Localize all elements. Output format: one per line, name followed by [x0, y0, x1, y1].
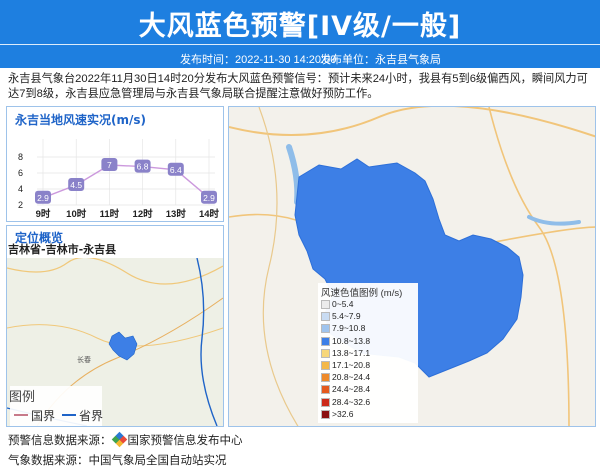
wind-legend-swatch: [321, 324, 330, 334]
publish-time: 发布时间：2022-11-30 14:20:00: [180, 54, 337, 66]
wind-legend-swatch: [321, 361, 330, 370]
data-label: 6.4: [170, 165, 182, 175]
x-tick-label: 10时: [66, 208, 87, 220]
wind-legend-swatch: [321, 336, 330, 346]
wind-legend-item: 17.1~20.8: [321, 360, 417, 371]
wind-legend-label: 7.9~10.8: [332, 323, 366, 334]
warning-source-line: 预警信息数据来源： 国家预警信息发布中心: [8, 431, 243, 448]
wind-legend-swatch: [321, 312, 330, 322]
wind-legend-label: 5.4~7.9: [332, 311, 361, 322]
data-label: 6.8: [137, 162, 149, 172]
legend-province-border: 省界: [79, 409, 104, 423]
location-path: 吉林省-吉林市-永吉县: [8, 243, 117, 256]
wind-legend-item: 28.4~32.6: [321, 397, 417, 408]
x-tick-label: 14时: [199, 208, 220, 220]
wind-legend-label: 0~5.4: [332, 299, 354, 309]
wind-legend-label: 10.8~13.8: [332, 335, 371, 346]
wind-legend-label: 24.4~28.4: [332, 384, 371, 395]
wind-legend-title: 风速色值图例 (m/s): [321, 288, 403, 299]
wind-legend-label: 28.4~32.6: [332, 396, 371, 407]
wind-legend-swatch: [321, 300, 330, 309]
x-tick-label: 12时: [133, 208, 154, 220]
warning-header: 大风蓝色预警[IV级/一般] 发布时间：2022-11-30 14:20:00 …: [0, 0, 600, 68]
publisher: 发布单位：永吉县气象局: [320, 54, 441, 66]
wind-legend-label: 13.8~17.1: [332, 347, 371, 358]
data-label: 2.9: [37, 193, 49, 203]
wind-legend-swatch: [321, 348, 330, 358]
header-divider: [0, 44, 600, 45]
wind-legend-swatch: [321, 385, 330, 395]
wind-legend-swatch: [321, 409, 330, 419]
wind-speed-chart: 2 4 6 8 2.9 4.5 7 6.8 6.4 2.9 9时 10时 11时 12时 13时 14时: [18, 139, 220, 220]
wind-legend-item: >32.6: [321, 409, 417, 420]
data-label: 4.5: [70, 180, 82, 190]
wind-legend-swatch: [321, 397, 330, 407]
legend-national-border: 国界: [31, 409, 56, 423]
wind-legend-label: >32.6: [332, 408, 354, 419]
y-tick-label: 6: [18, 168, 23, 178]
wind-legend-item: 24.4~28.4: [321, 384, 417, 395]
wind-legend-item: 20.8~24.4: [321, 372, 417, 383]
wind-speed-panel: 永吉当地风速实况(m/s) 2 4 6 8 2.9 4.5 7 6.8 6.4 2.9 9时 10时 1…: [6, 106, 224, 222]
province-border-swatch: [62, 414, 76, 416]
wind-legend-label: 17.1~20.8: [332, 360, 371, 370]
wind-legend-item: 13.8~17.1: [321, 348, 417, 359]
warning-source-label: 预警信息数据来源：: [8, 433, 112, 447]
warning-title: 大风蓝色预警[IV级/一般]: [138, 11, 462, 42]
wind-legend-swatch: [321, 373, 330, 383]
release-center-logo-icon: [111, 431, 127, 448]
x-tick-label: 11时: [100, 208, 120, 220]
data-label: 2.9: [203, 193, 215, 203]
wind-legend-item: 0~5.4: [321, 299, 417, 310]
data-label: 7: [107, 160, 112, 170]
wind-speed-series-line: [42, 164, 210, 199]
y-tick-label: 4: [18, 184, 23, 194]
warning-source-name[interactable]: 国家预警信息发布中心: [128, 433, 243, 447]
legend-title: 图例: [9, 390, 36, 405]
wind-legend-item: 7.9~10.8: [321, 323, 417, 334]
wind-legend-item: 10.8~13.8: [321, 336, 417, 347]
city-label: 长春: [77, 355, 91, 364]
wind-legend-item: 5.4~7.9: [321, 311, 417, 322]
y-tick-label: 8: [18, 152, 23, 162]
wind-legend-label: 20.8~24.4: [332, 372, 371, 383]
weather-source-line: 气象数据来源：中国气象局全国自动站实况: [8, 453, 227, 467]
y-tick-label: 2: [18, 200, 23, 210]
x-tick-label: 13时: [166, 208, 187, 220]
x-tick-label: 9时: [36, 208, 51, 220]
wind-speed-legend: 风速色值图例 (m/s) 0~5.4 5.4~7.9 7.9~10.8 10.8~13…: [318, 283, 418, 423]
warning-bulletin: 永吉县气象台2022年11月30日14时20分发布大风蓝色预警信号：预计未来24…: [8, 73, 588, 100]
national-border-swatch: [14, 414, 28, 416]
